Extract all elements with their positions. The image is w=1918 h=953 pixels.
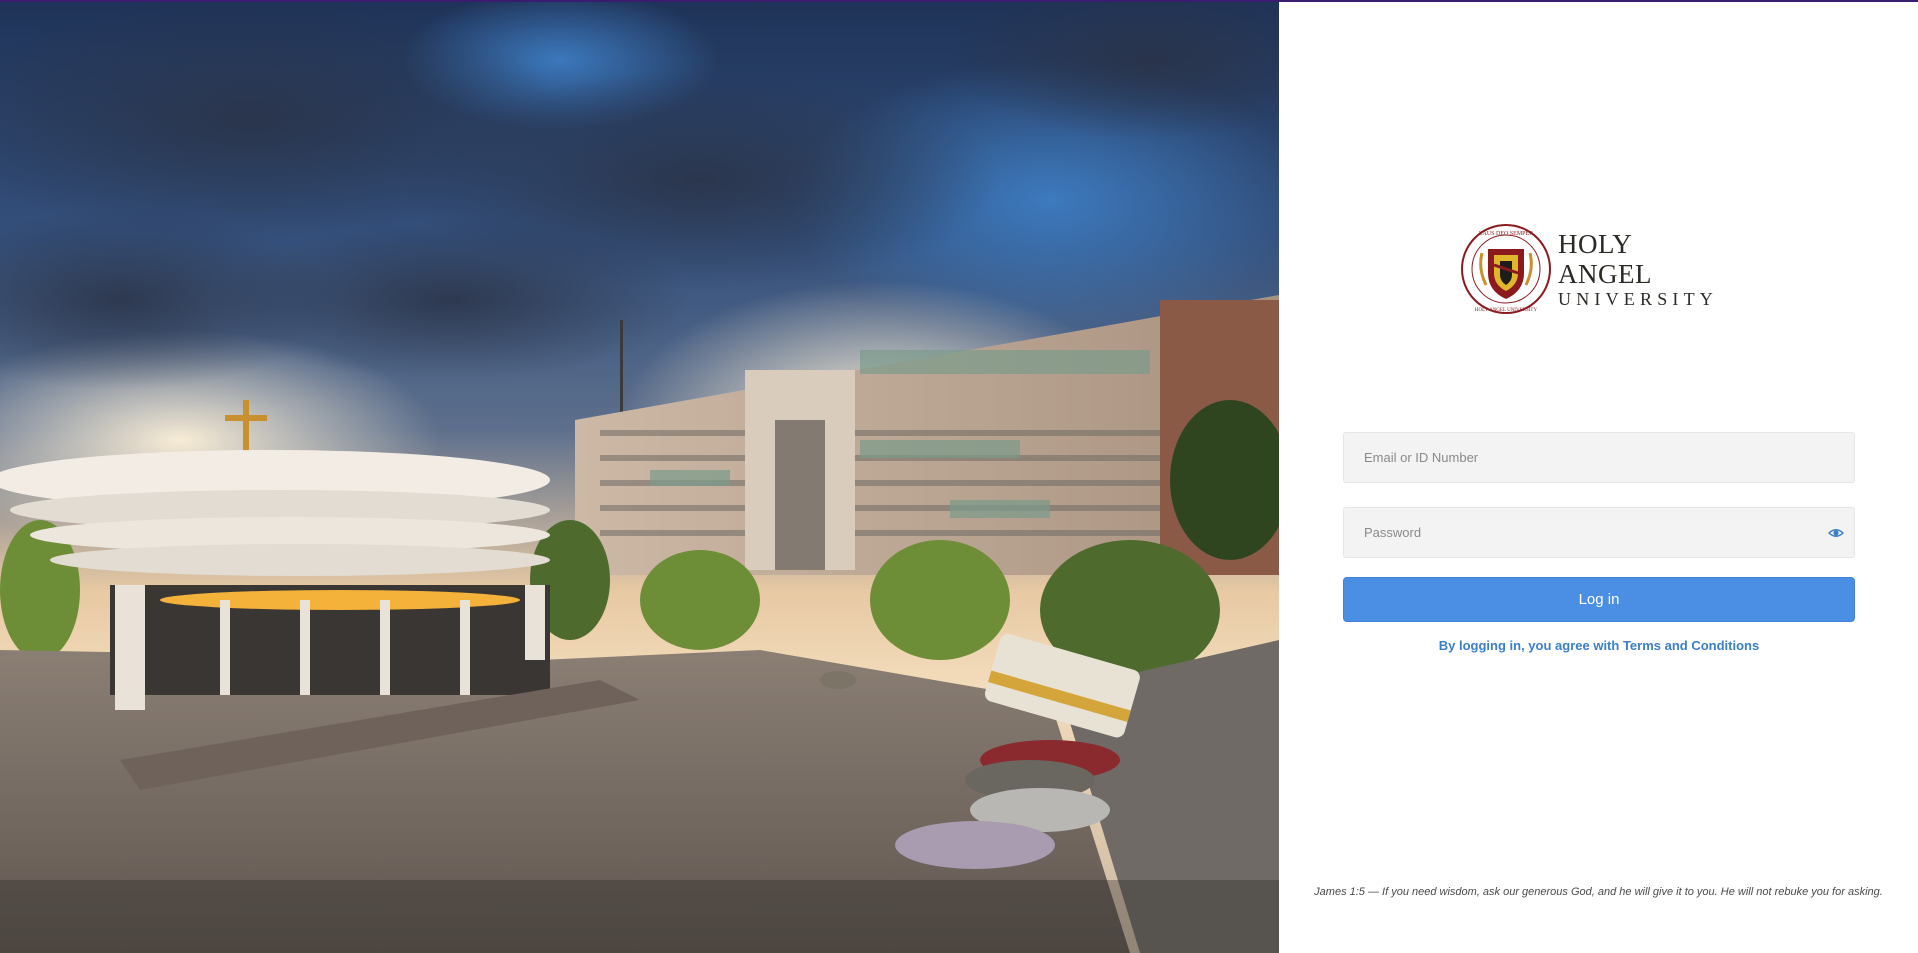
- top-accent-strip: [0, 0, 1918, 2]
- password-input[interactable]: [1344, 508, 1854, 557]
- university-name-line1: HOLY ANGEL: [1558, 229, 1652, 289]
- login-button[interactable]: Log in: [1343, 577, 1855, 622]
- password-field-wrapper: [1343, 507, 1855, 558]
- bible-verse: James 1:5 — If you need wisdom, ask our …: [1314, 886, 1883, 898]
- campus-photo: [0, 0, 1279, 953]
- eye-icon[interactable]: [1828, 525, 1844, 541]
- seal-name: HOLY ANGEL UNIVERSITY: [1475, 308, 1538, 313]
- email-field-wrapper: [1343, 432, 1855, 483]
- university-logo: LAUS DEO SEMPER HOLY ANGEL UNIVERSITY HO…: [1460, 222, 1730, 316]
- login-panel: LAUS DEO SEMPER HOLY ANGEL UNIVERSITY HO…: [1279, 0, 1918, 953]
- university-name: HOLY ANGEL UNIVERSITY: [1558, 229, 1730, 309]
- email-input[interactable]: [1344, 433, 1854, 482]
- campus-photo-illustration: [0, 0, 1279, 953]
- terms-link[interactable]: By logging in, you agree with Terms and …: [1439, 638, 1759, 653]
- terms-notice: By logging in, you agree with Terms and …: [1343, 638, 1855, 653]
- seal-motto: LAUS DEO SEMPER: [1479, 231, 1533, 237]
- university-name-line2: UNIVERSITY: [1558, 289, 1718, 309]
- university-seal-icon: LAUS DEO SEMPER HOLY ANGEL UNIVERSITY: [1461, 224, 1551, 314]
